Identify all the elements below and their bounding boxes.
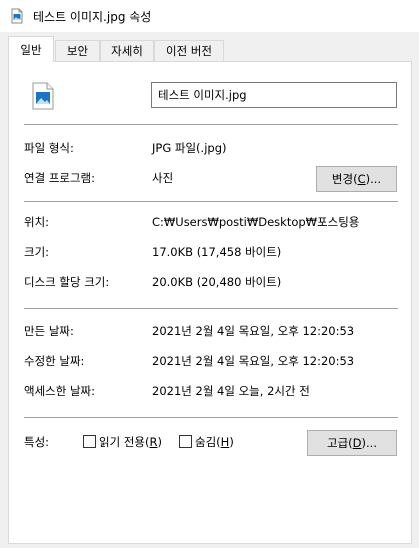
tab-security[interactable]: 보안 [55, 40, 100, 61]
advanced-button[interactable]: 고급(D)... [307, 430, 397, 456]
tab-details[interactable]: 자세히 [100, 40, 154, 61]
tab-strip: 일반 보안 자세히 이전 버전 [0, 32, 419, 62]
window-title: 테스트 이미지.jpg 속성 [33, 10, 152, 24]
modified-value: 2021년 2월 4일 목요일, 오후 12:20:53 [152, 354, 355, 368]
separator [24, 417, 398, 418]
file-type-label: 파일 형식: [24, 141, 74, 155]
image-file-icon [11, 8, 23, 24]
size-label: 크기: [24, 245, 50, 259]
separator [24, 124, 398, 125]
image-file-icon [32, 82, 54, 110]
size-value: 17.0KB (17,458 바이트) [152, 245, 282, 259]
separator [24, 201, 398, 202]
file-type-value: JPG 파일(.jpg) [152, 141, 227, 155]
attributes-label: 특성: [24, 435, 50, 449]
properties-dialog: 테스트 이미지.jpg 속성 일반 보안 자세히 이전 버전 파일 형식: JP… [0, 0, 419, 548]
separator [24, 308, 398, 309]
accessed-value: 2021년 2월 4일 오늘, 2시간 전 [152, 384, 310, 398]
readonly-label[interactable]: 읽기 전용(R) [99, 434, 162, 450]
location-label: 위치: [24, 215, 50, 229]
hidden-checkbox[interactable] [179, 435, 192, 448]
size-on-disk-value: 20.0KB (20,480 바이트) [152, 275, 282, 289]
tab-previous-versions[interactable]: 이전 버전 [154, 40, 224, 61]
hidden-label[interactable]: 숨김(H) [195, 434, 234, 450]
size-on-disk-label: 디스크 할당 크기: [24, 275, 110, 289]
accessed-label: 액세스한 날짜: [24, 384, 96, 398]
tab-general[interactable]: 일반 [8, 36, 54, 62]
readonly-checkbox[interactable] [83, 435, 96, 448]
created-label: 만든 날짜: [24, 324, 74, 338]
location-value: C:₩Users₩posti₩Desktop₩포스팅용 [152, 215, 360, 229]
file-name-input[interactable] [151, 82, 397, 108]
opens-with-label: 연결 프로그램: [24, 171, 96, 185]
modified-label: 수정한 날짜: [24, 354, 85, 368]
title-bar[interactable]: 테스트 이미지.jpg 속성 [0, 0, 419, 32]
created-value: 2021년 2월 4일 목요일, 오후 12:20:53 [152, 324, 355, 338]
change-button[interactable]: 변경(C)... [316, 166, 397, 192]
general-panel: 파일 형식: JPG 파일(.jpg) 연결 프로그램: 사진 변경(C)...… [8, 61, 412, 544]
opens-with-value: 사진 [152, 171, 174, 185]
